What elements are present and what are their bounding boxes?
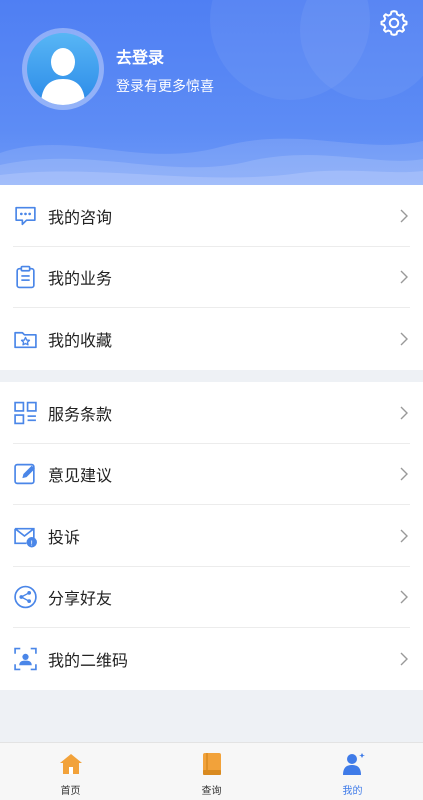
mail-complaint-icon: ! [14,527,37,548]
home-icon [59,754,82,774]
chevron-right-icon [400,529,408,543]
menu-item-label: 意见建议 [48,466,113,486]
avatar[interactable] [22,28,104,110]
profile-header: 去登录 登录有更多惊喜 [0,0,423,185]
menu-item-complaint[interactable]: ! 投诉 [0,505,423,567]
user-icon [342,753,365,775]
folder-star-icon [14,331,37,348]
menu-item-my-qrcode[interactable]: 我的二维码 [0,628,423,690]
svg-text:!: ! [30,538,33,547]
edit-icon [14,464,35,485]
header-waves [0,138,423,185]
menu-item-label: 我的二维码 [48,650,129,670]
menu-item-label: 分享好友 [48,589,113,609]
menu-item-label: 我的咨询 [48,207,113,227]
bottom-tab-bar: 首页 查询 我的 [0,742,423,800]
menu-item-my-business[interactable]: 我的业务 [0,247,423,308]
chevron-right-icon [400,209,408,223]
tab-label: 我的 [342,786,363,797]
chevron-right-icon [400,270,408,284]
default-avatar-icon [41,48,85,105]
tab-home[interactable]: 首页 [0,743,141,800]
menu-item-feedback[interactable]: 意见建议 [0,444,423,505]
menu-item-terms-of-service[interactable]: 服务条款 [0,382,423,444]
login-subtitle: 登录有更多惊喜 [116,79,214,95]
menu-item-my-favorites[interactable]: 我的收藏 [0,308,423,370]
qrcode-icon [14,647,37,670]
login-link[interactable]: 去登录 [116,44,164,68]
menu-item-label: 服务条款 [48,404,113,424]
tab-query[interactable]: 查询 [141,743,282,800]
menu-item-my-consultation[interactable]: 我的咨询 [0,185,423,247]
settings-gear-icon[interactable] [379,8,409,38]
clipboard-icon [16,266,35,289]
chevron-right-icon [400,406,408,420]
chevron-right-icon [400,590,408,604]
tab-label: 首页 [60,786,81,797]
chat-icon [15,206,36,225]
tab-label: 查询 [201,786,222,797]
menu-group-secondary: 服务条款 意见建议 ! 投诉 分享好友 我的二维码 [0,382,423,690]
tab-mine[interactable]: 我的 [282,743,423,800]
menu-item-label: 我的业务 [48,269,113,289]
share-icon [14,586,37,609]
chevron-right-icon [400,652,408,666]
menu-item-label: 投诉 [48,527,81,547]
menu-item-share-friends[interactable]: 分享好友 [0,567,423,628]
grid-list-icon [14,401,37,424]
menu-item-label: 我的收藏 [48,330,113,350]
menu-group-primary: 我的咨询 我的业务 我的收藏 [0,185,423,370]
chevron-right-icon [400,467,408,481]
book-icon [202,753,221,775]
chevron-right-icon [400,332,408,346]
